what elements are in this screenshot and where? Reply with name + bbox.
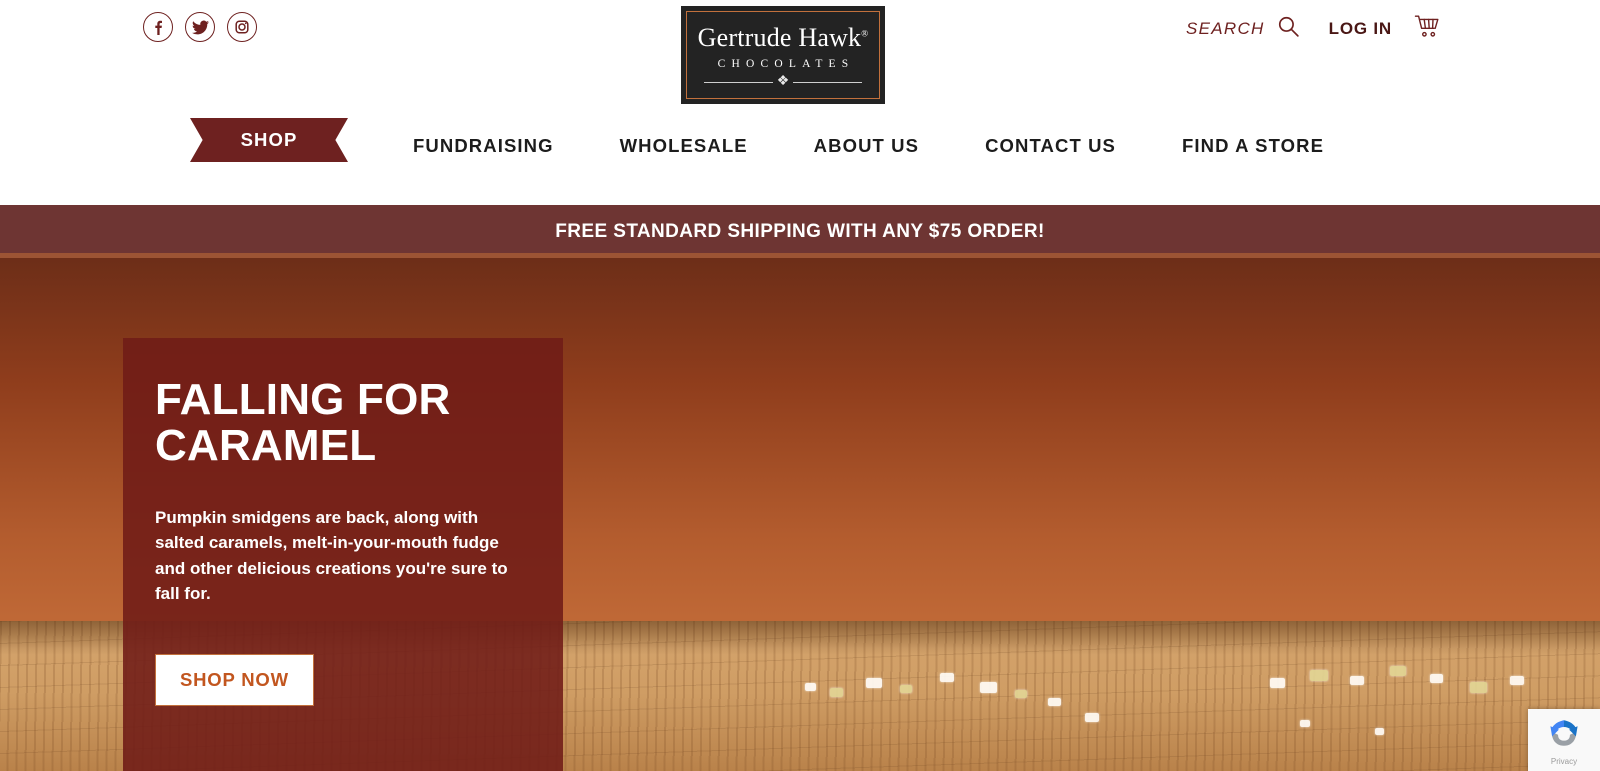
logo-registered-mark: ® bbox=[861, 28, 869, 39]
logo-divider: ❖ bbox=[704, 75, 862, 89]
salt-flake bbox=[1300, 720, 1310, 727]
hero-title-line-1: FALLING FOR bbox=[155, 375, 451, 424]
recaptcha-badge[interactable]: Privacy bbox=[1528, 709, 1600, 771]
instagram-icon[interactable] bbox=[227, 12, 257, 42]
salt-flake bbox=[1375, 728, 1384, 735]
hero-text-panel: FALLING FOR CARAMEL Pumpkin smidgens are… bbox=[123, 338, 563, 771]
salt-flake bbox=[980, 682, 997, 693]
logo-subtitle: CHOCOLATES bbox=[717, 58, 855, 70]
social-links bbox=[143, 12, 257, 42]
logo-divider-left bbox=[704, 81, 773, 83]
salt-flake bbox=[866, 678, 882, 688]
recaptcha-icon bbox=[1547, 716, 1581, 755]
salt-flake bbox=[1015, 690, 1027, 698]
salt-flake bbox=[1270, 678, 1285, 688]
nav-item-find-a-store[interactable]: FIND A STORE bbox=[1182, 135, 1324, 157]
logo-wordmark: Gertrude Hawk® bbox=[698, 25, 869, 51]
nav-item-fundraising[interactable]: FUNDRAISING bbox=[413, 135, 554, 157]
salt-flake bbox=[1390, 666, 1406, 676]
salt-flake bbox=[940, 673, 954, 682]
sidebar-item-shop[interactable]: SHOP bbox=[190, 118, 348, 162]
salt-flake bbox=[900, 685, 912, 693]
nav-item-about-us[interactable]: ABOUT US bbox=[814, 135, 919, 157]
search-label: SEARCH bbox=[1185, 19, 1265, 38]
search-button[interactable]: SEARCH bbox=[1186, 14, 1301, 44]
logo-divider-right bbox=[793, 81, 862, 83]
salt-flake bbox=[1470, 682, 1487, 693]
twitter-icon[interactable] bbox=[185, 12, 215, 42]
hero-title: FALLING FOR CARAMEL bbox=[155, 377, 531, 469]
page-root: Gertrude Hawk® CHOCOLATES ❖ SEARCH LOG I… bbox=[0, 0, 1600, 771]
salt-flake bbox=[1510, 676, 1524, 685]
nav-item-wholesale[interactable]: WHOLESALE bbox=[620, 135, 748, 157]
main-navigation: SHOP FUNDRAISING WHOLESALE ABOUT US CONT… bbox=[0, 110, 1600, 205]
logo-wordmark-text: Gertrude Hawk bbox=[697, 23, 862, 52]
salt-flake bbox=[805, 683, 816, 691]
facebook-icon[interactable] bbox=[143, 12, 173, 42]
salt-flake bbox=[1048, 698, 1061, 706]
hero-title-line-2: CARAMEL bbox=[155, 420, 377, 470]
login-link[interactable]: LOG IN bbox=[1329, 19, 1392, 39]
nav-list: SHOP FUNDRAISING WHOLESALE ABOUT US CONT… bbox=[190, 110, 1324, 162]
top-bar: Gertrude Hawk® CHOCOLATES ❖ SEARCH LOG I… bbox=[0, 0, 1600, 110]
salt-flake bbox=[1430, 674, 1443, 683]
salt-flake bbox=[1350, 676, 1364, 685]
salt-flake bbox=[1085, 713, 1099, 722]
magnifier-icon[interactable] bbox=[1276, 14, 1301, 44]
nav-item-contact-us[interactable]: CONTACT US bbox=[985, 135, 1116, 157]
hero-description: Pumpkin smidgens are back, along with sa… bbox=[155, 507, 508, 604]
utility-nav: SEARCH LOG IN bbox=[1186, 14, 1440, 44]
shop-now-button[interactable]: SHOP NOW bbox=[155, 653, 314, 706]
recaptcha-label: Privacy bbox=[1550, 757, 1578, 766]
site-logo[interactable]: Gertrude Hawk® CHOCOLATES ❖ bbox=[681, 6, 885, 104]
salt-flake bbox=[830, 688, 843, 697]
shipping-promo-banner[interactable]: FREE STANDARD SHIPPING WITH ANY $75 ORDE… bbox=[0, 205, 1600, 258]
chocolate-clover-mark-icon: ❖ bbox=[776, 74, 790, 89]
logo-frame: Gertrude Hawk® CHOCOLATES ❖ bbox=[686, 11, 880, 99]
hero-section: FALLING FOR CARAMEL Pumpkin smidgens are… bbox=[0, 258, 1600, 771]
salt-flake bbox=[1310, 670, 1328, 681]
shipping-promo-text: FREE STANDARD SHIPPING WITH ANY $75 ORDE… bbox=[555, 220, 1045, 242]
shopping-cart-icon[interactable] bbox=[1414, 14, 1440, 44]
